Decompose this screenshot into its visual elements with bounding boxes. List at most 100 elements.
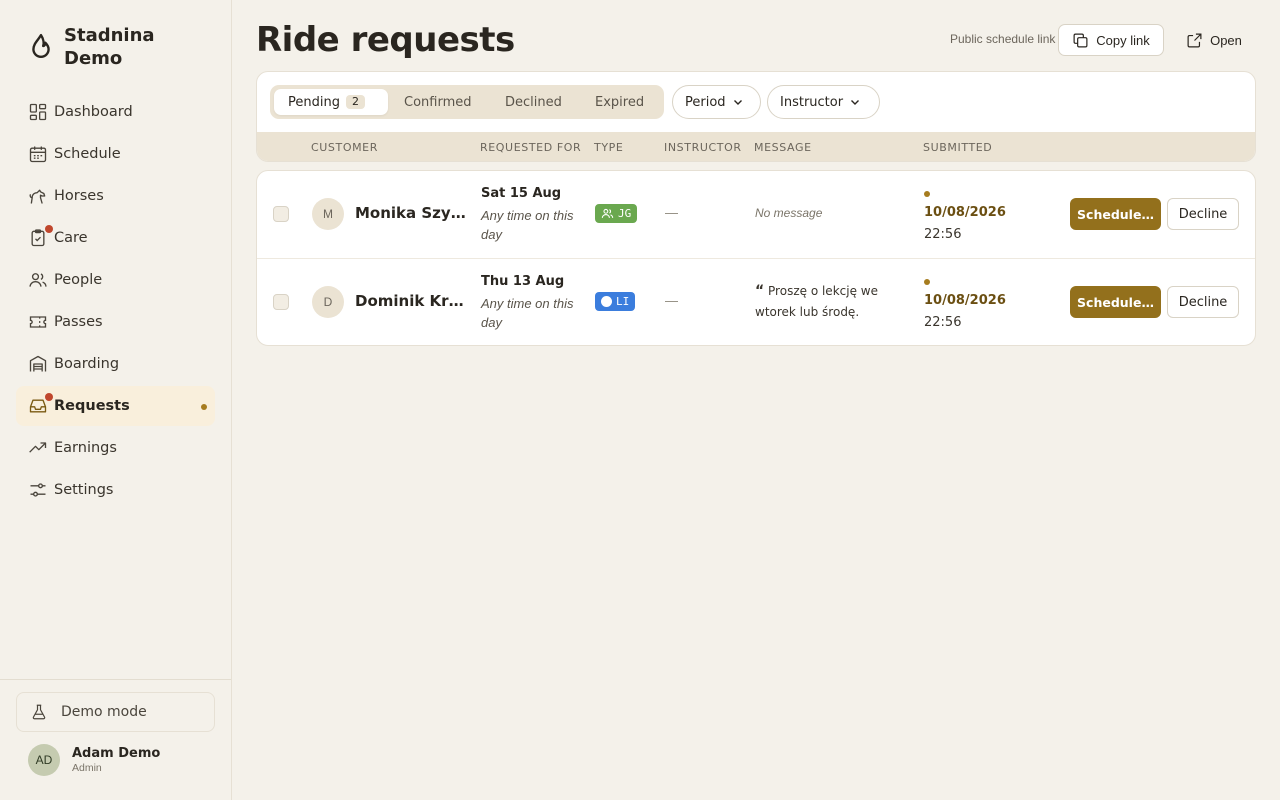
copy-link-label: Copy link (1096, 32, 1150, 48)
sidebar-item-label: Dashboard (54, 104, 133, 120)
column-header: CUSTOMER (311, 141, 378, 154)
avatar: AD (28, 744, 60, 776)
decline-button[interactable]: Decline (1167, 198, 1239, 230)
sidebar-item-dashboard[interactable]: Dashboard (16, 92, 215, 132)
sidebar-item-label: Horses (54, 188, 104, 204)
submitted-time: 22:56 (924, 227, 962, 242)
warehouse-icon (29, 355, 47, 372)
sidebar-nav: Dashboard Schedule Horses Care People Pa… (16, 92, 215, 512)
quote-icon: “ (755, 283, 765, 299)
open-label: Open (1210, 32, 1242, 48)
sidebar-divider (0, 679, 231, 680)
sidebar-item-label: Settings (54, 482, 114, 498)
requested-time: Any time on this day (481, 208, 574, 242)
calendar-icon (29, 146, 47, 163)
table-header: CUSTOMER REQUESTED FOR TYPE INSTRUCTOR M… (257, 132, 1255, 161)
type-badge: JG (595, 204, 638, 223)
page-title: Ride requests (256, 20, 515, 60)
instructor-dropdown[interactable]: Instructor (767, 85, 880, 119)
external-link-icon (1187, 33, 1202, 47)
tab-confirmed[interactable]: Confirmed (404, 89, 472, 115)
sidebar-item-label: Care (54, 230, 88, 246)
sidebar-item-care[interactable]: Care (16, 218, 215, 258)
status-tabs: Pending 2 Confirmed Declined Expired (270, 85, 664, 119)
sidebar-item-label: Passes (54, 314, 103, 330)
copy-link-button[interactable]: Copy link (1058, 24, 1164, 56)
demo-mode-button[interactable]: Demo mode (16, 692, 215, 732)
period-label: Period (685, 94, 726, 110)
tab-label: Declined (505, 94, 562, 110)
ticket-icon (29, 316, 47, 328)
sidebar-item-label: Boarding (54, 356, 120, 372)
submitted-date: 10/08/2026 (924, 205, 1006, 220)
table-row[interactable]: D Dominik Krawczyk Thu 13 Aug Any time o… (257, 258, 1255, 345)
new-indicator-dot (924, 191, 930, 197)
sidebar-item-label: Requests (54, 398, 130, 414)
sidebar-item-schedule[interactable]: Schedule (16, 134, 215, 174)
sidebar-item-requests[interactable]: Requests (16, 386, 215, 426)
message-text: “ Proszę o lekcję we wtorek lub środę. (755, 281, 915, 323)
notification-badge (45, 225, 53, 233)
decline-button[interactable]: Decline (1167, 286, 1239, 318)
sidebar-item-earnings[interactable]: Earnings (16, 428, 215, 468)
circle-icon (601, 296, 612, 307)
chevron-down-icon (733, 100, 742, 105)
open-button[interactable]: Open (1178, 24, 1250, 56)
sidebar: Stadnina Demo Dashboard Schedule Horses … (0, 0, 232, 800)
tab-pending[interactable]: Pending 2 (274, 89, 388, 115)
customer-avatar: D (312, 286, 344, 318)
period-dropdown[interactable]: Period (672, 85, 761, 119)
type-code: JG (618, 207, 632, 220)
brand-name-line1: Stadnina (64, 25, 155, 46)
user-profile[interactable]: AD Adam Demo Admin (28, 744, 160, 776)
column-header: MESSAGE (754, 141, 812, 154)
copy-icon (1073, 33, 1088, 47)
sidebar-item-label: People (54, 272, 103, 288)
brand-name-line2: Demo (64, 48, 123, 69)
filter-panel: Pending 2 Confirmed Declined Expired Per… (256, 71, 1256, 162)
brand[interactable]: Stadnina Demo (28, 24, 155, 70)
horse-icon (29, 189, 46, 204)
notification-badge (45, 393, 53, 401)
sidebar-item-label: Schedule (54, 146, 121, 162)
submitted-time: 22:56 (924, 315, 962, 330)
public-schedule-link-label: Public schedule link (950, 32, 1056, 46)
tab-label: Pending (288, 94, 340, 110)
requested-date: Sat 15 Aug (481, 186, 562, 201)
flask-icon (32, 704, 46, 720)
column-header: REQUESTED FOR (480, 141, 582, 154)
type-badge: LI (595, 292, 636, 311)
requested-date: Thu 13 Aug (481, 274, 565, 289)
sidebar-item-passes[interactable]: Passes (16, 302, 215, 342)
sidebar-item-people[interactable]: People (16, 260, 215, 300)
tab-declined[interactable]: Declined (505, 89, 562, 115)
row-checkbox[interactable] (273, 206, 289, 222)
sliders-icon (30, 483, 46, 497)
row-checkbox[interactable] (273, 294, 289, 310)
schedule-button[interactable]: Schedule… (1070, 286, 1161, 318)
sidebar-item-horses[interactable]: Horses (16, 176, 215, 216)
flame-icon (32, 33, 50, 58)
sidebar-item-settings[interactable]: Settings (16, 470, 215, 510)
schedule-button[interactable]: Schedule… (1070, 198, 1161, 230)
user-name: Adam Demo (72, 746, 161, 761)
table-row[interactable]: M Monika Szymańska Sat 15 Aug Any time o… (257, 171, 1255, 258)
column-header: SUBMITTED (923, 141, 993, 154)
customer-name[interactable]: Dominik Krawczyk (355, 292, 471, 310)
column-header: TYPE (594, 141, 624, 154)
people-icon (29, 273, 47, 287)
type-code: LI (616, 295, 630, 308)
column-header: INSTRUCTOR (664, 141, 742, 154)
customer-name[interactable]: Monika Szymańska (355, 204, 471, 222)
submitted-date: 10/08/2026 (924, 293, 1006, 308)
tab-expired[interactable]: Expired (595, 89, 644, 115)
chevron-down-icon (851, 100, 860, 105)
instructor-value: — (665, 293, 678, 308)
tab-label: Confirmed (404, 94, 472, 110)
customer-avatar: M (312, 198, 344, 230)
tab-label: Expired (595, 94, 645, 110)
user-role: Admin (72, 762, 102, 774)
dashboard-icon (29, 103, 47, 121)
sidebar-item-boarding[interactable]: Boarding (16, 344, 215, 384)
new-indicator-dot (924, 279, 930, 285)
